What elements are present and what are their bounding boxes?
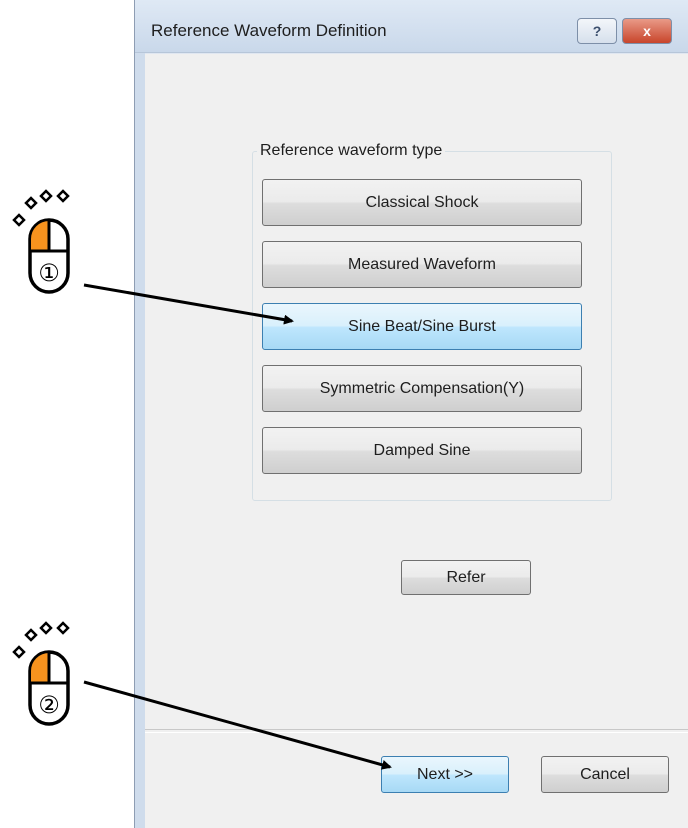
step-2-label: ②	[38, 691, 60, 719]
mouse-click-icon-1: ①	[12, 189, 70, 294]
annotation-arrows	[83, 283, 392, 770]
arrow-to-sine-beat-icon	[83, 283, 294, 325]
mouse-click-icon-2: ②	[12, 621, 70, 726]
step-1-label: ①	[38, 259, 60, 287]
arrow-to-next-icon	[83, 680, 392, 770]
